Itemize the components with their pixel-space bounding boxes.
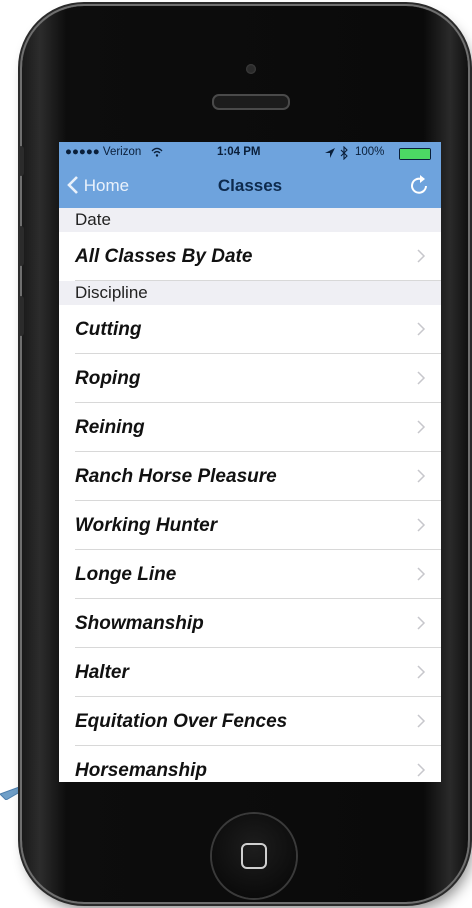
earpiece-speaker	[212, 94, 290, 110]
chevron-right-icon	[417, 371, 426, 385]
chevron-right-icon	[417, 518, 426, 532]
list-item[interactable]: Longe Line	[75, 550, 441, 599]
chevron-right-icon	[417, 567, 426, 581]
battery-icon	[399, 148, 431, 160]
list-item-label: Longe Line	[75, 564, 177, 585]
list-item-label: Cutting	[75, 319, 142, 340]
refresh-icon[interactable]	[409, 174, 431, 196]
chevron-right-icon	[417, 322, 426, 336]
list-item-label: Reining	[75, 417, 145, 438]
list-item[interactable]: Working Hunter	[75, 501, 441, 550]
list-item[interactable]: Showmanship	[75, 599, 441, 648]
volume-down-button	[18, 296, 24, 336]
list-item[interactable]: Cutting	[75, 305, 441, 354]
chevron-right-icon	[417, 714, 426, 728]
list-item-label: Showmanship	[75, 613, 204, 634]
wifi-icon	[151, 147, 163, 157]
chevron-right-icon	[417, 420, 426, 434]
section-header-discipline: Discipline	[59, 281, 441, 305]
chevron-right-icon	[417, 616, 426, 630]
battery-percent: 100%	[355, 146, 385, 158]
list-item-label: Roping	[75, 368, 141, 389]
list-item-label: Equitation Over Fences	[75, 711, 288, 732]
list-item-label: Ranch Horse Pleasure	[75, 466, 277, 487]
mute-switch	[18, 146, 24, 176]
chevron-right-icon	[417, 763, 426, 777]
list-item-label: Halter	[75, 662, 129, 683]
chevron-right-icon	[417, 665, 426, 679]
volume-up-button	[18, 226, 24, 266]
list-item[interactable]: Ranch Horse Pleasure	[75, 452, 441, 501]
page-title: Classes	[217, 176, 283, 195]
navigation-bar: Home Classes	[59, 164, 441, 208]
list-item[interactable]: Roping	[75, 354, 441, 403]
list-item[interactable]: All Classes By Date	[75, 232, 441, 281]
phone-screen: ●●●●● Verizon 1:04 PM 100% Home Classes …	[59, 142, 441, 782]
list-item-label: All Classes By Date	[75, 246, 253, 267]
status-bar: ●●●●● Verizon 1:04 PM 100%	[59, 142, 441, 164]
chevron-right-icon	[417, 469, 426, 483]
list-item-label: Working Hunter	[75, 515, 218, 536]
section-header-date: Date	[59, 208, 441, 232]
status-time: 1:04 PM	[217, 146, 261, 158]
home-square-icon	[241, 843, 267, 869]
chevron-right-icon	[417, 249, 426, 263]
list-item-label: Horsemanship	[75, 760, 207, 781]
list-item[interactable]: Halter	[75, 648, 441, 697]
carrier-label: ●●●●● Verizon	[65, 146, 142, 158]
front-camera	[246, 64, 256, 74]
list-item[interactable]: Reining	[75, 403, 441, 452]
classes-list: Date All Classes By Date Discipline Cutt…	[59, 208, 441, 782]
list-item[interactable]: Equitation Over Fences	[75, 697, 441, 746]
location-arrow-icon	[325, 148, 335, 158]
home-button[interactable]	[212, 814, 296, 898]
bluetooth-icon	[340, 146, 348, 160]
list-item[interactable]: Horsemanship	[75, 746, 441, 782]
